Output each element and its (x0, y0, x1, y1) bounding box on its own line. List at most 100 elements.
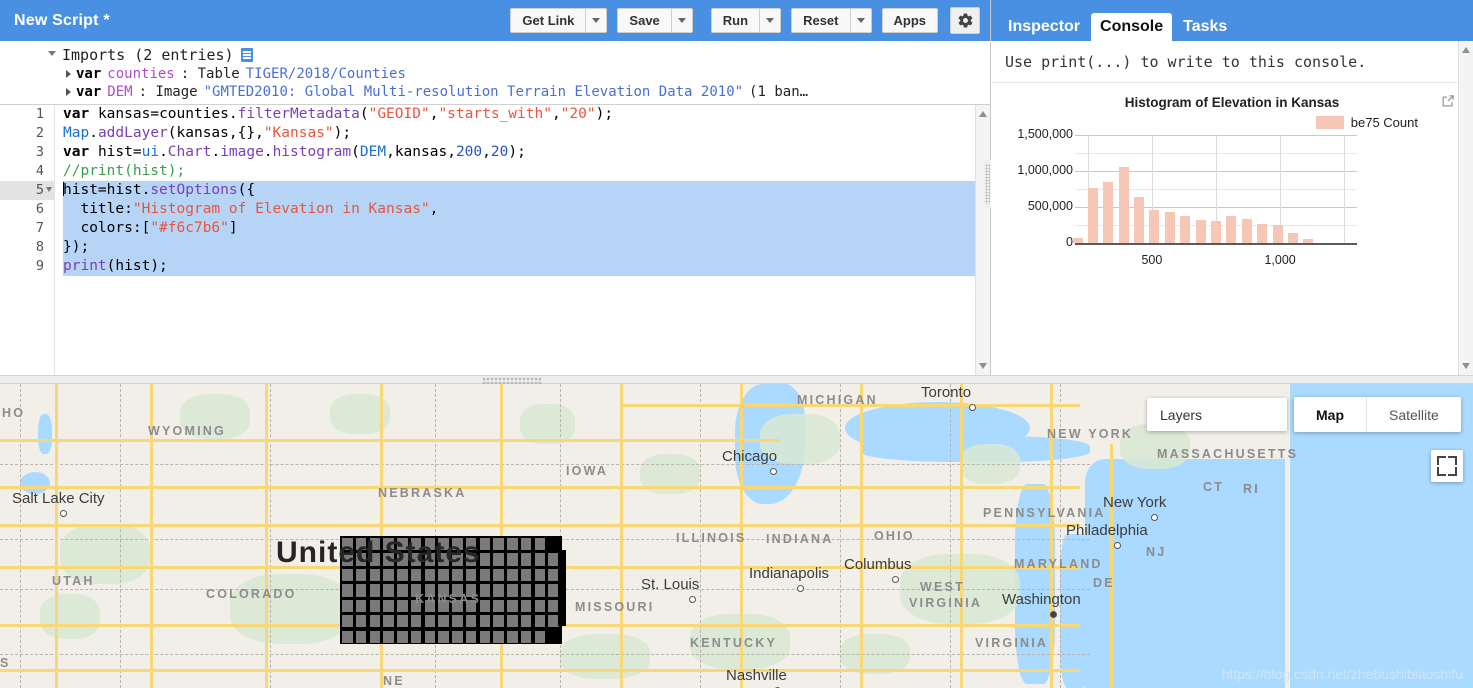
map-feature (265, 384, 268, 688)
save-dropdown-button[interactable] (670, 8, 693, 33)
map-type-control: Map Satellite (1294, 397, 1461, 432)
city-label: Indianapolis (749, 565, 830, 582)
run-button[interactable]: Run (710, 8, 760, 33)
line-number-gutter: 1 2 3 4 56 7 8 9 (0, 105, 55, 375)
code-line[interactable]: hist=hist.setOptions({ (63, 181, 990, 200)
code-editor[interactable]: 1 2 3 4 56 7 8 9 var kansas=counties.filterMeta… (0, 105, 990, 375)
fold-triangle-icon[interactable] (46, 187, 52, 192)
county-polygon (479, 584, 491, 597)
county-polygon (438, 630, 449, 643)
county-polygon (424, 568, 436, 582)
state-label: NJ (1146, 545, 1167, 559)
code-lines[interactable]: var kansas=counties.filterMetadata("GEOI… (55, 105, 990, 375)
import-name: DEM (107, 84, 133, 100)
chart-x-tick-label: 500 (1141, 253, 1163, 267)
fullscreen-icon (1437, 467, 1446, 476)
county-polygon (383, 599, 394, 612)
line-number: 6 (35, 201, 44, 217)
map-feature (55, 384, 58, 688)
chart-bar[interactable] (1103, 182, 1113, 243)
county-polygon (383, 615, 394, 628)
county-polygon (465, 615, 477, 628)
chart-bar[interactable] (1288, 233, 1298, 243)
chart-bar[interactable] (1211, 221, 1221, 243)
chart-bar[interactable] (1119, 167, 1129, 243)
code-line[interactable]: }); (63, 238, 990, 257)
save-button[interactable]: Save (617, 8, 671, 33)
chart-bar[interactable] (1134, 197, 1144, 243)
import-entry-dem[interactable]: var DEM : Image "GMTED2010: Global Multi… (0, 83, 990, 101)
scroll-up-arrow-icon[interactable] (1462, 47, 1470, 53)
scroll-down-arrow-icon[interactable] (979, 363, 987, 369)
map-type-satellite-button[interactable]: Satellite (1366, 397, 1461, 432)
scroll-down-arrow-icon[interactable] (1462, 363, 1470, 369)
county-polygon (424, 615, 436, 628)
chart-bar[interactable] (1165, 212, 1175, 243)
reset-dropdown-button[interactable] (849, 8, 872, 33)
pane-resize-handle[interactable] (984, 160, 991, 208)
county-polygon (410, 568, 422, 582)
imports-header[interactable]: Imports (2 entries) (0, 45, 990, 65)
map-feature (1110, 444, 1113, 688)
tab-inspector[interactable]: Inspector (999, 13, 1089, 41)
chart-bar[interactable] (1226, 216, 1236, 243)
run-dropdown-button[interactable] (759, 8, 782, 33)
city-label: Nashville (726, 667, 787, 684)
horizontal-splitter[interactable] (0, 375, 1473, 384)
chart-bar[interactable] (1088, 188, 1098, 243)
county-polygon (534, 568, 546, 582)
map-feature (560, 634, 650, 679)
console-column: Inspector Console Tasks Use print(...) t… (991, 0, 1473, 375)
chart-bar[interactable] (1257, 224, 1267, 243)
import-entry-counties[interactable]: var counties : Table TIGER/2018/Counties (0, 65, 990, 83)
state-label: KENTUCKY (690, 636, 778, 650)
chart-bar[interactable] (1196, 220, 1206, 243)
editor-column: New Script * Get Link Save Run Reset App… (0, 0, 991, 375)
county-polygon (479, 538, 491, 551)
city-marker-icon (1114, 542, 1121, 549)
code-line[interactable]: Map.addLayer(kansas,{},"Kansas"); (63, 124, 990, 143)
collapse-triangle-icon[interactable] (48, 51, 56, 56)
state-label: OHIO (874, 529, 915, 543)
code-line[interactable]: //print(hist); (63, 162, 990, 181)
line-number: 5 (0, 181, 54, 200)
get-link-dropdown-button[interactable] (585, 8, 608, 33)
code-line[interactable]: print(hist); (63, 257, 990, 276)
toolbar-buttons: Get Link Save Run Reset Apps (510, 7, 980, 34)
county-polygon (355, 568, 367, 582)
county-polygon (479, 615, 491, 628)
console-tab-bar: Inspector Console Tasks (991, 0, 1473, 41)
reset-button[interactable]: Reset (791, 8, 850, 33)
chart-bar[interactable] (1273, 225, 1283, 243)
code-line[interactable]: title:"Histogram of Elevation in Kansas"… (63, 200, 990, 219)
chevron-down-icon (592, 18, 601, 23)
fullscreen-button[interactable] (1431, 450, 1463, 482)
map-feature (620, 384, 623, 688)
script-title: New Script * (14, 11, 110, 29)
map-type-map-button[interactable]: Map (1294, 397, 1366, 432)
chart-bar[interactable] (1149, 210, 1159, 243)
console-vertical-scrollbar[interactable] (1458, 41, 1473, 375)
map-feature (960, 384, 963, 688)
chart-y-tick-label: 500,000 (1027, 199, 1073, 213)
map-feature (0, 524, 1080, 527)
get-link-button[interactable]: Get Link (510, 8, 586, 33)
chart-bar[interactable] (1242, 219, 1252, 243)
apps-button[interactable]: Apps (881, 8, 938, 33)
code-line[interactable]: colors:["#f6c7b6"] (63, 219, 990, 238)
state-border (0, 464, 1090, 465)
tab-tasks[interactable]: Tasks (1174, 13, 1236, 41)
code-line[interactable]: var kansas=counties.filterMetadata("GEOI… (63, 105, 990, 124)
chart-x-axis (1075, 243, 1357, 245)
code-line[interactable]: var hist=ui.Chart.image.histogram(DEM,ka… (63, 143, 990, 162)
scroll-up-arrow-icon[interactable] (979, 111, 987, 117)
code-vertical-scrollbar[interactable] (975, 105, 990, 375)
expand-triangle-icon[interactable] (66, 70, 71, 78)
county-polygon (507, 630, 518, 643)
chart-bar[interactable] (1180, 216, 1190, 243)
layers-control[interactable]: Layers (1147, 398, 1287, 431)
settings-gear-button[interactable] (950, 7, 980, 34)
expand-triangle-icon[interactable] (66, 88, 71, 96)
tab-console[interactable]: Console (1091, 13, 1173, 41)
imports-list-icon[interactable] (240, 48, 253, 62)
